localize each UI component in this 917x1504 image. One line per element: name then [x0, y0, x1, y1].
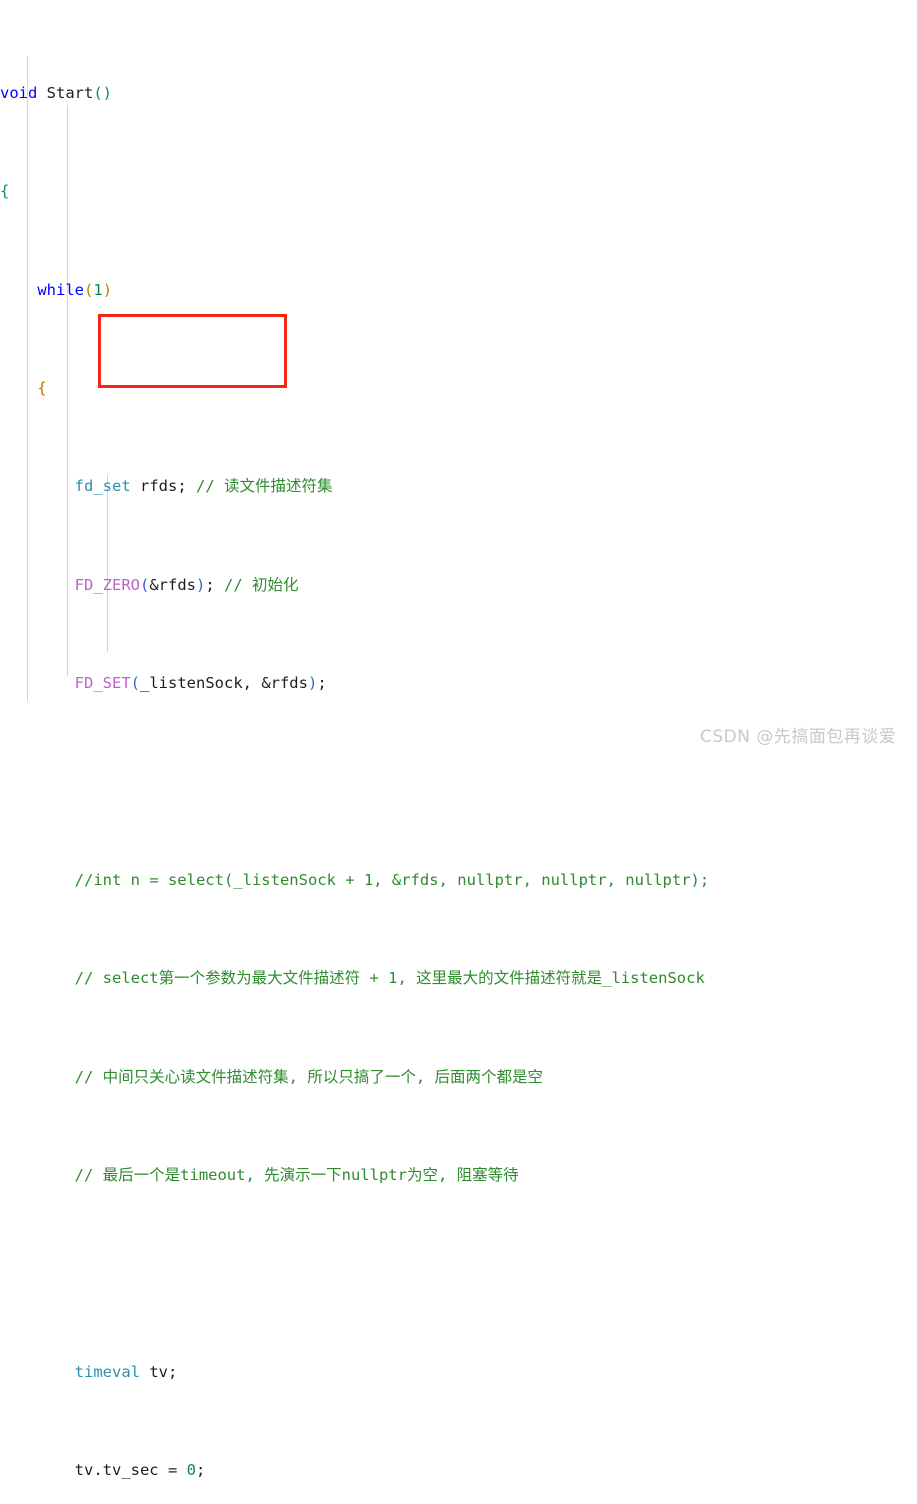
token-variable-rfds: rfds;	[130, 477, 187, 496]
token-type-timeval: timeval	[74, 1362, 140, 1381]
token-paren-open: (	[84, 280, 94, 299]
token-member-tv-sec: tv.tv_sec =	[74, 1461, 187, 1480]
token-number-1: 1	[93, 280, 103, 299]
token-keyword-void: void	[0, 83, 38, 102]
code-line-6: FD_ZERO(&rfds); // 初始化	[0, 573, 917, 598]
token-function-start: Start	[46, 83, 94, 102]
token-comment: // 读文件描述符集	[186, 477, 333, 496]
token-semicolon: ;	[317, 674, 327, 693]
token-comment-commented-select: //int n = select(_listenSock + 1, &rfds,…	[74, 870, 710, 889]
token-number-0: 0	[186, 1461, 196, 1480]
token-paren-open: (	[139, 575, 150, 594]
code-line-7: FD_SET(_listenSock, &rfds);	[0, 671, 917, 696]
token-comment: // select第一个参数为最大文件描述符 + 1, 这里最大的文件描述符就是…	[74, 969, 705, 988]
token-comment: // 初始化	[214, 575, 299, 594]
code-line-1: void Start()	[0, 81, 917, 106]
code-line-5: fd_set rfds; // 读文件描述符集	[0, 474, 917, 499]
code-line-15: tv.tv_sec = 0;	[0, 1458, 917, 1483]
token-variable-tv: tv;	[139, 1362, 178, 1381]
code-line-2: {	[0, 179, 917, 204]
token-semicolon: ;	[205, 575, 215, 594]
token-argument: &rfds	[149, 575, 196, 594]
token-paren-close: )	[307, 674, 318, 693]
code-line-12: // 最后一个是timeout, 先演示一下nullptr为空, 阻塞等待	[0, 1163, 917, 1188]
token-keyword-while: while	[37, 280, 84, 299]
token-brace-open-while: {	[37, 378, 47, 397]
code-line-11: // 中间只关心读文件描述符集, 所以只搞了一个, 后面两个都是空	[0, 1065, 917, 1090]
token-parens: ()	[93, 83, 113, 102]
code-line-9: //int n = select(_listenSock + 1, &rfds,…	[0, 868, 917, 893]
code-content[interactable]: void Start() { while(1) { fd_set rfds; /…	[0, 0, 917, 1504]
token-comment: // 中间只关心读文件描述符集, 所以只搞了一个, 后面两个都是空	[74, 1067, 543, 1086]
code-line-14: timeval tv;	[0, 1360, 917, 1385]
code-line-4: {	[0, 376, 917, 401]
token-argument: _listenSock, &rfds	[140, 674, 308, 693]
token-comment: // 最后一个是timeout, 先演示一下nullptr为空, 阻塞等待	[74, 1165, 519, 1184]
token-paren-close: )	[102, 280, 113, 299]
token-type-fd-set: fd_set	[74, 477, 131, 496]
token-macro-fd-set: FD_SET	[74, 674, 131, 693]
token-paren-close: )	[196, 575, 206, 594]
code-line-3: while(1)	[0, 278, 917, 303]
token-paren-open: (	[130, 674, 140, 693]
token-brace-open-fn: {	[0, 182, 10, 201]
code-editor-view[interactable]: void Start() { while(1) { fd_set rfds; /…	[0, 0, 917, 1479]
code-line-10: // select第一个参数为最大文件描述符 + 1, 这里最大的文件描述符就是…	[0, 966, 917, 991]
code-line-13-blank	[0, 1261, 917, 1286]
csdn-watermark: CSDN @先搞面包再谈爱	[700, 727, 897, 747]
token-semicolon: ;	[195, 1461, 206, 1480]
code-line-8-blank	[0, 769, 917, 794]
token-macro-fd-zero: FD_ZERO	[74, 575, 140, 594]
